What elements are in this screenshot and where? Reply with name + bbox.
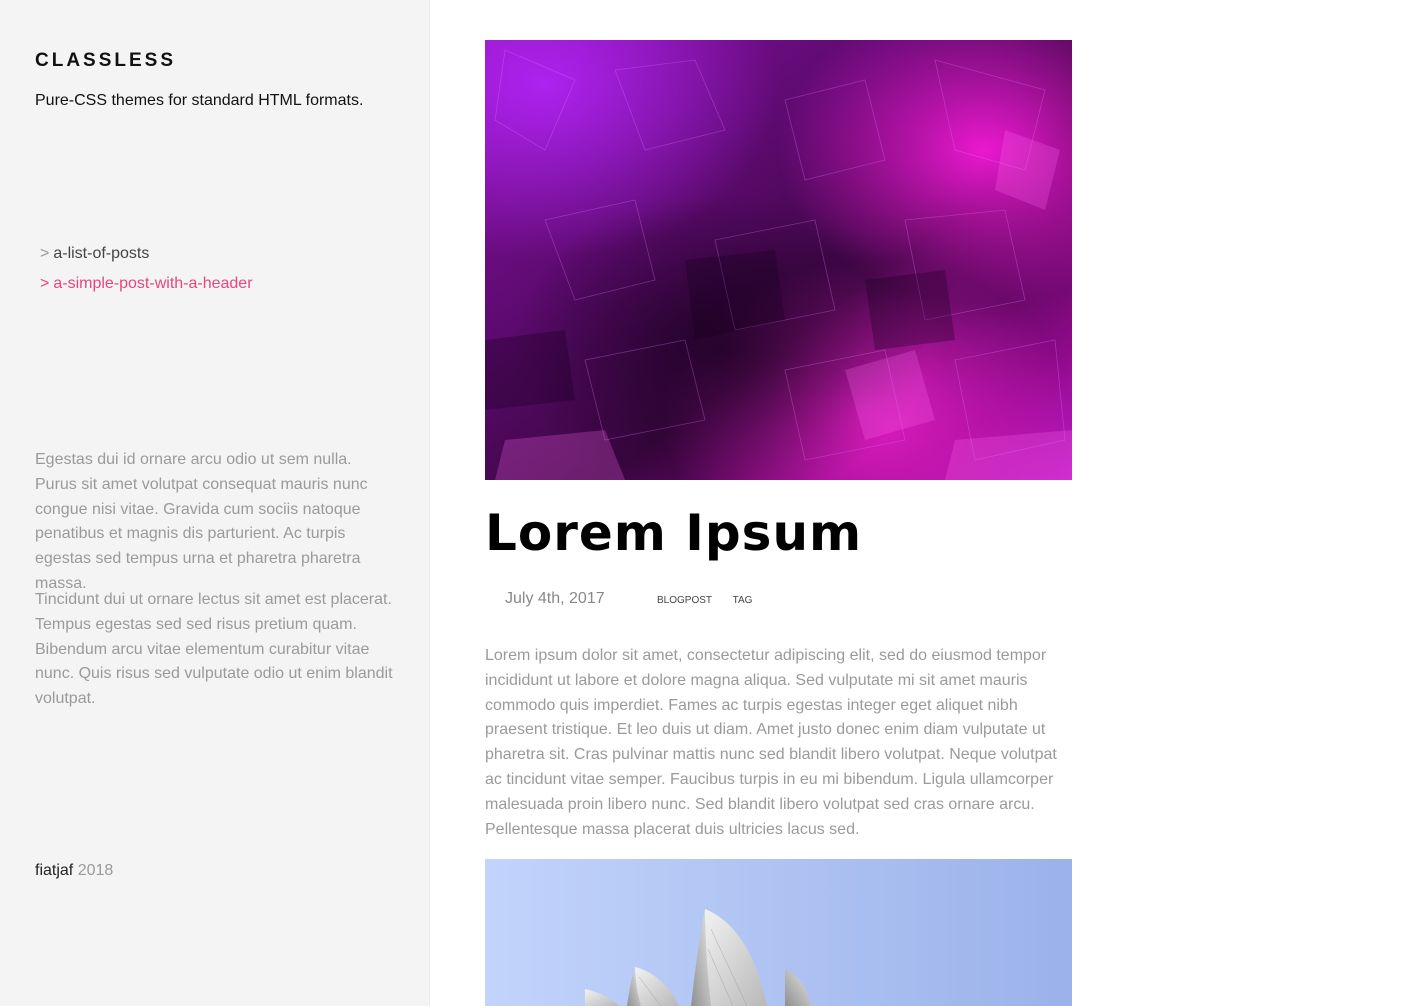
- footer-credit: fiatjaf 2018: [35, 862, 113, 880]
- header-image: [485, 40, 1072, 480]
- tag-tag[interactable]: TAG: [733, 595, 753, 606]
- post-date: July 4th, 2017: [505, 590, 605, 607]
- sidebar-paragraph: Tincidunt dui ut ornare lectus sit amet …: [35, 591, 393, 708]
- post-title: Lorem Ipsum: [485, 504, 863, 562]
- post-nav: > a-list-of-posts > a-simple-post-with-a-h…: [40, 244, 253, 304]
- nav-link-list-of-posts[interactable]: a-list-of-posts: [53, 245, 149, 262]
- sidebar: CLASSLESS Pure-CSS themes for standard H…: [0, 0, 430, 1006]
- post-photo: [485, 859, 1072, 1006]
- crystal-texture-image: [485, 40, 1072, 480]
- post-tags: BLOGPOST TAG: [657, 595, 770, 606]
- nav-item-simple-post[interactable]: > a-simple-post-with-a-header: [40, 274, 253, 304]
- nav-link-simple-post[interactable]: a-simple-post-with-a-header: [53, 275, 252, 292]
- site-tagline: Pure-CSS themes for standard HTML format…: [35, 92, 364, 109]
- sidebar-paragraph: Egestas dui id ornare arcu odio ut sem n…: [35, 451, 368, 592]
- page: CLASSLESS Pure-CSS themes for standard H…: [0, 0, 1420, 1006]
- footer-author[interactable]: fiatjaf: [35, 862, 73, 879]
- nav-item-list-of-posts[interactable]: > a-list-of-posts: [40, 244, 253, 274]
- post-body: Lorem ipsum dolor sit amet, consectetur …: [485, 647, 1057, 838]
- site-title[interactable]: CLASSLESS: [35, 50, 176, 72]
- tag-blogpost[interactable]: BLOGPOST: [657, 595, 712, 606]
- nav-arrow: >: [40, 245, 50, 262]
- opera-house-image: [485, 859, 1072, 1006]
- nav-arrow: >: [40, 275, 50, 292]
- footer-year: 2018: [77, 862, 114, 879]
